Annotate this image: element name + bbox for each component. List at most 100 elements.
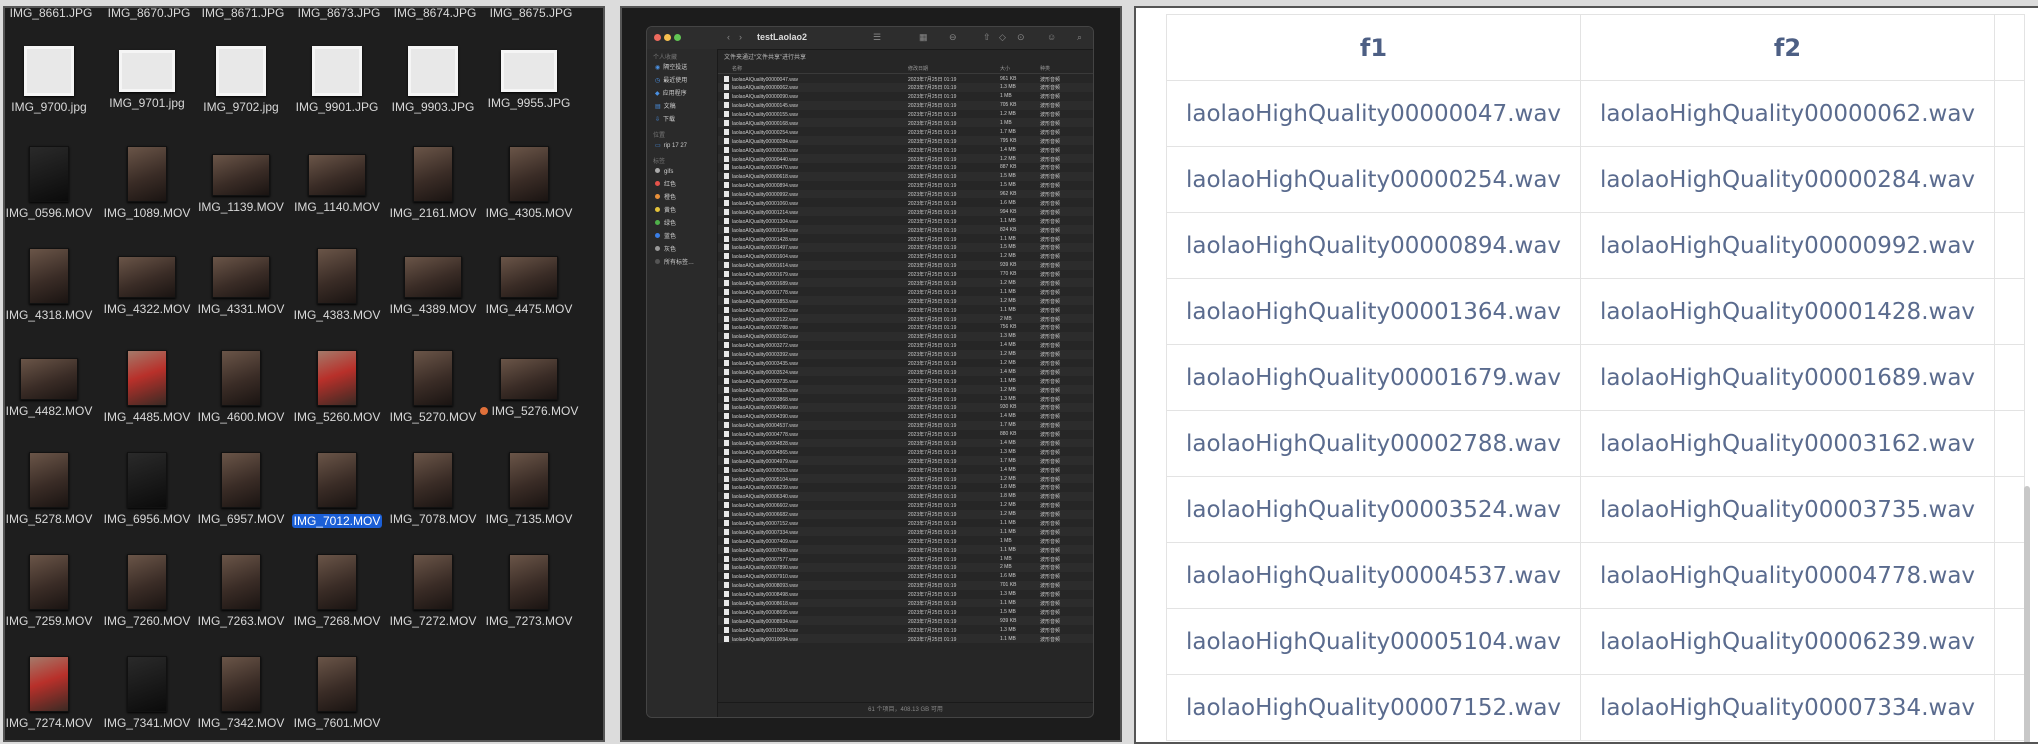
minimize-window-button[interactable] [664, 34, 671, 41]
file-row[interactable]: laolaoAIQuality00007577.wav 2023年7月25日 01… [718, 554, 1093, 563]
zoom-window-button[interactable] [674, 34, 681, 41]
file-row[interactable]: laolaoAIQuality00008934.wav 2023年7月25日 01… [718, 616, 1093, 626]
file-tile[interactable]: IMG_5276.MOV [479, 344, 579, 418]
file-row[interactable]: laolaoAIQuality00004537.wav 2023年7月25日 01… [718, 420, 1093, 430]
file-row[interactable]: laolaoAIQuality00004778.wav 2023年7月25日 01… [718, 430, 1093, 439]
column-header-f2[interactable]: f2 [1580, 14, 1995, 81]
file-row[interactable]: laolaoAIQuality00008618.wav 2023年7月25日 01… [718, 598, 1093, 608]
file-row[interactable]: laolaoAIQuality00004979.wav 2023年7月25日 01… [718, 456, 1093, 466]
file-row[interactable]: laolaoAIQuality00003392.wav 2023年7月25日 01… [718, 349, 1093, 359]
file-tile[interactable]: IMG_4482.MOV [5, 344, 99, 418]
sidebar-item[interactable]: ▤ 文稿 [647, 101, 717, 114]
file-tile[interactable]: IMG_6956.MOV [97, 446, 197, 526]
file-row[interactable]: laolaoAIQuality00000145.wav 2023年7月25日 01… [718, 100, 1093, 110]
table-cell-f1[interactable]: laolaoHighQuality00002788.wav [1166, 410, 1581, 477]
column-date[interactable]: 修改日期 [908, 65, 928, 72]
close-window-button[interactable] [654, 34, 661, 41]
file-row[interactable]: laolaoAIQuality00001214.wav 2023年7月25日 01… [718, 207, 1093, 217]
file-tile[interactable]: IMG_7135.MOV [479, 446, 579, 526]
file-tile[interactable]: IMG_1089.MOV [97, 140, 197, 220]
sidebar-item[interactable]: 所有标签… [647, 257, 717, 270]
file-row[interactable]: laolaoAIQuality00002788.wav 2023年7月25日 01… [718, 323, 1093, 332]
file-row[interactable]: laolaoAIQuality00000254.wav 2023年7月25日 01… [718, 127, 1093, 136]
column-name[interactable]: 名称 [732, 65, 742, 72]
file-row[interactable]: laolaoAIQuality00001614.wav 2023年7月25日 01… [718, 260, 1093, 270]
file-row[interactable]: laolaoAIQuality00003524.wav 2023年7月25日 01… [718, 367, 1093, 377]
file-row[interactable]: laolaoAIQuality00002122.wav 2023年7月25日 01… [718, 314, 1093, 323]
sidebar-item[interactable]: 橙色 [647, 192, 717, 205]
table-cell-f2[interactable]: laolaoHighQuality00000284.wav [1580, 146, 1995, 213]
file-tile[interactable]: IMG_9701.jpg [97, 38, 197, 110]
file-row[interactable]: laolaoAIQuality00006340.wav 2023年7月25日 01… [718, 491, 1093, 501]
file-row[interactable]: laolaoAIQuality00010094.wav 2023年7月25日 01… [718, 634, 1093, 643]
file-tile[interactable]: IMG_5260.MOV [287, 344, 387, 424]
more-icon[interactable]: ⊙ [1017, 32, 1025, 43]
table-cell-f2[interactable]: laolaoHighQuality00006239.wav [1580, 608, 1995, 675]
file-row[interactable]: laolaoAIQuality00004390.wav 2023年7月25日 01… [718, 412, 1093, 421]
file-row[interactable]: laolaoAIQuality00003735.wav 2023年7月25日 01… [718, 376, 1093, 385]
file-row[interactable]: laolaoAIQuality00004060.wav 2023年7月25日 01… [718, 402, 1093, 412]
file-tile[interactable]: IMG_4383.MOV [287, 242, 387, 322]
action-icon[interactable]: ☺ [1047, 32, 1056, 42]
file-row[interactable]: laolaoAIQuality00000440.wav 2023年7月25日 01… [718, 154, 1093, 163]
table-cell-f1[interactable]: laolaoHighQuality00005104.wav [1166, 608, 1581, 675]
file-tile[interactable]: IMG_4475.MOV [479, 242, 579, 316]
file-row[interactable]: laolaoAIQuality00000470.wav 2023年7月25日 01… [718, 163, 1093, 172]
file-row[interactable]: laolaoAIQuality00000894.wav 2023年7月25日 01… [718, 181, 1093, 190]
file-tile[interactable]: IMG_7078.MOV [383, 446, 483, 526]
file-tile[interactable]: IMG_9903.JPG [383, 38, 483, 114]
file-tile[interactable]: IMG_9700.jpg [5, 38, 99, 114]
file-row[interactable]: laolaoAIQuality00003272.wav 2023年7月25日 01… [718, 341, 1093, 350]
file-row[interactable]: laolaoAIQuality00003435.wav 2023年7月25日 01… [718, 359, 1093, 368]
file-tile[interactable]: IMG_9955.JPG [479, 38, 579, 110]
tag-icon[interactable]: ◇ [999, 32, 1006, 43]
sidebar-item[interactable]: 黄色 [647, 205, 717, 218]
column-kind[interactable]: 种类 [1040, 65, 1050, 72]
sidebar-item[interactable]: 蓝色 [647, 231, 717, 244]
file-row[interactable]: laolaoAIQuality00007890.wav 2023年7月25日 01… [718, 562, 1093, 572]
file-row[interactable]: laolaoAIQuality00004865.wav 2023年7月25日 01… [718, 447, 1093, 456]
sidebar-item[interactable]: ⇩ 下载 [647, 114, 717, 127]
file-tile[interactable]: IMG_7342.MOV [191, 650, 291, 730]
table-cell-f1[interactable]: laolaoHighQuality00000254.wav [1166, 146, 1581, 213]
file-tile[interactable]: IMG_7341.MOV [97, 650, 197, 730]
file-row[interactable]: laolaoAIQuality00001853.wav 2023年7月25日 01… [718, 296, 1093, 306]
share-icon[interactable]: ⇧ [983, 32, 991, 43]
file-tile[interactable]: IMG_7273.MOV [479, 548, 579, 628]
column-size[interactable]: 大小 [1000, 65, 1010, 72]
sidebar-item[interactable]: ▭ rip 17 27 [647, 140, 717, 153]
file-row[interactable]: laolaoAIQuality00006602.wav 2023年7月25日 01… [718, 501, 1093, 510]
file-tile[interactable]: IMG_9901.JPG [287, 38, 387, 114]
file-row[interactable]: laolaoAIQuality00001778.wav 2023年7月25日 01… [718, 287, 1093, 296]
table-cell-f1[interactable]: laolaoHighQuality00004537.wav [1166, 542, 1581, 609]
file-tile[interactable]: IMG_7601.MOV [287, 650, 387, 730]
table-cell-f2[interactable]: laolaoHighQuality00000062.wav [1580, 80, 1995, 147]
table-cell-f2[interactable]: laolaoHighQuality00003162.wav [1580, 410, 1995, 477]
file-row[interactable]: laolaoAIQuality00000168.wav 2023年7月25日 01… [718, 118, 1093, 128]
file-row[interactable]: laolaoAIQuality00008498.wav 2023年7月25日 01… [718, 590, 1093, 599]
table-cell-f1[interactable]: laolaoHighQuality00001364.wav [1166, 278, 1581, 345]
file-row[interactable]: laolaoAIQuality00000618.wav 2023年7月25日 01… [718, 171, 1093, 181]
file-row[interactable]: laolaoAIQuality00001679.wav 2023年7月25日 01… [718, 270, 1093, 279]
sidebar-item[interactable]: 红色 [647, 179, 717, 192]
file-tile[interactable]: IMG_7263.MOV [191, 548, 291, 628]
column-header-f1[interactable]: f1 [1166, 14, 1581, 81]
file-row[interactable]: laolaoAIQuality00006682.wav 2023年7月25日 01… [718, 509, 1093, 519]
file-row[interactable]: laolaoAIQuality00005053.wav 2023年7月25日 01… [718, 465, 1093, 474]
file-tile[interactable]: IMG_4322.MOV [97, 242, 197, 316]
back-icon[interactable]: ‹ [727, 32, 730, 42]
file-row[interactable]: laolaoAIQuality00008695.wav 2023年7月25日 01… [718, 607, 1093, 616]
sidebar-item[interactable]: gifs [647, 166, 717, 179]
table-cell-f1[interactable]: laolaoHighQuality00000894.wav [1166, 212, 1581, 279]
group-icon[interactable]: ⊖ [949, 32, 957, 43]
grid-view-icon[interactable]: ▦ [919, 32, 928, 43]
file-row[interactable]: laolaoAIQuality00000992.wav 2023年7月25日 01… [718, 189, 1093, 199]
file-tile[interactable]: IMG_4389.MOV [383, 242, 483, 316]
table-cell-f2[interactable]: laolaoHighQuality00001428.wav [1580, 278, 1995, 345]
file-row[interactable]: laolaoAIQuality00001497.wav 2023年7月25日 01… [718, 242, 1093, 252]
file-row[interactable]: laolaoAIQuality00010004.wav 2023年7月25日 01… [718, 625, 1093, 634]
list-view-icon[interactable]: ☰ [873, 32, 881, 43]
table-cell-f2[interactable]: laolaoHighQuality00003735.wav [1580, 476, 1995, 543]
search-icon[interactable]: ⌕ [1077, 32, 1082, 43]
table-cell-f2[interactable]: laolaoHighQuality00001689.wav [1580, 344, 1995, 411]
